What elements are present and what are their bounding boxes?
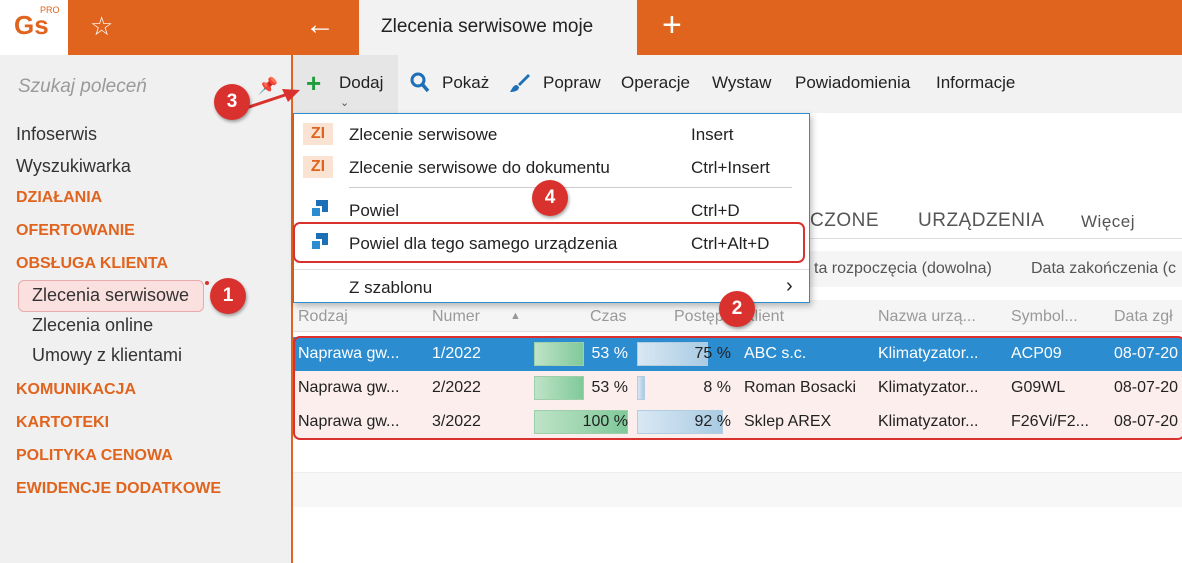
issue-button[interactable]: Wystaw [712,73,771,93]
window-title: Zlecenia serwisowe moje [381,16,594,37]
col-header-data[interactable]: Data zgł [1114,308,1173,326]
sidebar-item-infoserwis[interactable]: Infoserwis [16,124,97,145]
show-button[interactable]: Pokaż [442,73,489,93]
filter-date-start[interactable]: ta rozpoczęcia (dowolna) [814,260,992,278]
col-header-symbol[interactable]: Symbol... [1011,308,1078,326]
sidebar-category-obsluga-klienta[interactable]: OBSŁUGA KLIENTA [16,255,168,273]
sidebar-item-zlecenia-serwisowe[interactable]: Zlecenia serwisowe [32,285,189,306]
menu-separator [349,187,792,188]
tab-active[interactable]: Zlecenia serwisowe moje [359,0,637,55]
menu-separator [294,269,809,270]
search-icon [410,72,430,99]
copy-icon [310,200,328,218]
new-tab-plus-icon[interactable]: + [662,7,682,43]
service-order-badge-icon: ZI [303,123,333,145]
favorite-star-icon[interactable]: ☆ [90,13,113,39]
tab-zakonczone[interactable]: CZONE [810,210,879,232]
operations-button[interactable]: Operacje [621,73,690,93]
sidebar-item-umowy-z-klientami[interactable]: Umowy z klientami [32,345,182,366]
table-row-empty [293,507,1182,541]
annotation-menu-item-box [293,222,805,263]
app-logo: Gs PRO [0,0,68,55]
plus-icon: + [306,68,322,98]
annotation-badge-3: 3 [214,84,250,120]
menu-item-zlecenie-serwisowe[interactable]: Zlecenie serwisowe [349,125,497,145]
annotation-badge-2: 2 [719,291,755,327]
col-header-nazwa[interactable]: Nazwa urzą... [878,308,976,326]
sort-ascending-icon: ▲ [510,310,521,322]
filter-date-end[interactable]: Data zakończenia (c [1031,260,1176,278]
menu-shortcut-insert: Insert [691,125,734,144]
menu-item-z-szablonu[interactable]: Z szablonu [349,278,432,298]
menu-item-powiel[interactable]: Powiel [349,201,399,221]
logo-sup: PRO [40,5,60,15]
sidebar-category-ofertowanie[interactable]: OFERTOWANIE [16,222,135,240]
annotation-connector [205,281,209,285]
sidebar-item-wyszukiwarka[interactable]: Wyszukiwarka [16,156,131,177]
chevron-down-icon[interactable]: ⌄ [340,96,349,109]
submenu-chevron-right-icon: › [786,275,793,297]
col-header-postep[interactable]: Postęp [674,308,724,326]
sidebar-category-ewidencje-dodatkowe[interactable]: EWIDENCJE DODATKOWE [16,480,221,498]
menu-shortcut-ctrl-insert: Ctrl+Insert [691,158,770,177]
tab-urzadzenia[interactable]: URZĄDZENIA [918,210,1044,232]
sidebar-category-dzialania[interactable]: DZIAŁANIA [16,189,102,207]
annotation-badge-4: 4 [532,180,568,216]
sidebar-category-komunikacja[interactable]: KOMUNIKACJA [16,381,136,399]
menu-shortcut-ctrl-d: Ctrl+D [691,201,740,220]
col-header-czas[interactable]: Czas [590,308,626,326]
command-search-input[interactable]: Szukaj poleceń [18,76,147,98]
annotation-badge-1: 1 [210,278,246,314]
table-row-empty [293,439,1182,473]
sidebar-item-zlecenia-online[interactable]: Zlecenia online [32,315,153,336]
add-button-label: Dodaj [339,73,384,92]
sidebar-category-polityka-cenowa[interactable]: POLITYKA CENOWA [16,447,173,465]
col-header-numer[interactable]: Numer [432,308,480,326]
information-button[interactable]: Informacje [936,73,1015,93]
service-order-badge-icon: ZI [303,156,333,178]
notifications-button[interactable]: Powiadomienia [795,73,910,93]
tab-more[interactable]: Więcej [1081,212,1135,232]
table-row-empty [293,473,1182,507]
menu-item-zlecenie-do-dokumentu[interactable]: Zlecenie serwisowe do dokumentu [349,158,610,178]
sidebar-category-kartoteki[interactable]: KARTOTEKI [16,414,109,432]
brush-icon [509,72,531,99]
annotation-table-box [293,336,1182,440]
col-header-rodzaj[interactable]: Rodzaj [298,308,348,326]
edit-button[interactable]: Popraw [543,73,601,93]
back-arrow-icon[interactable]: ← [305,8,335,42]
